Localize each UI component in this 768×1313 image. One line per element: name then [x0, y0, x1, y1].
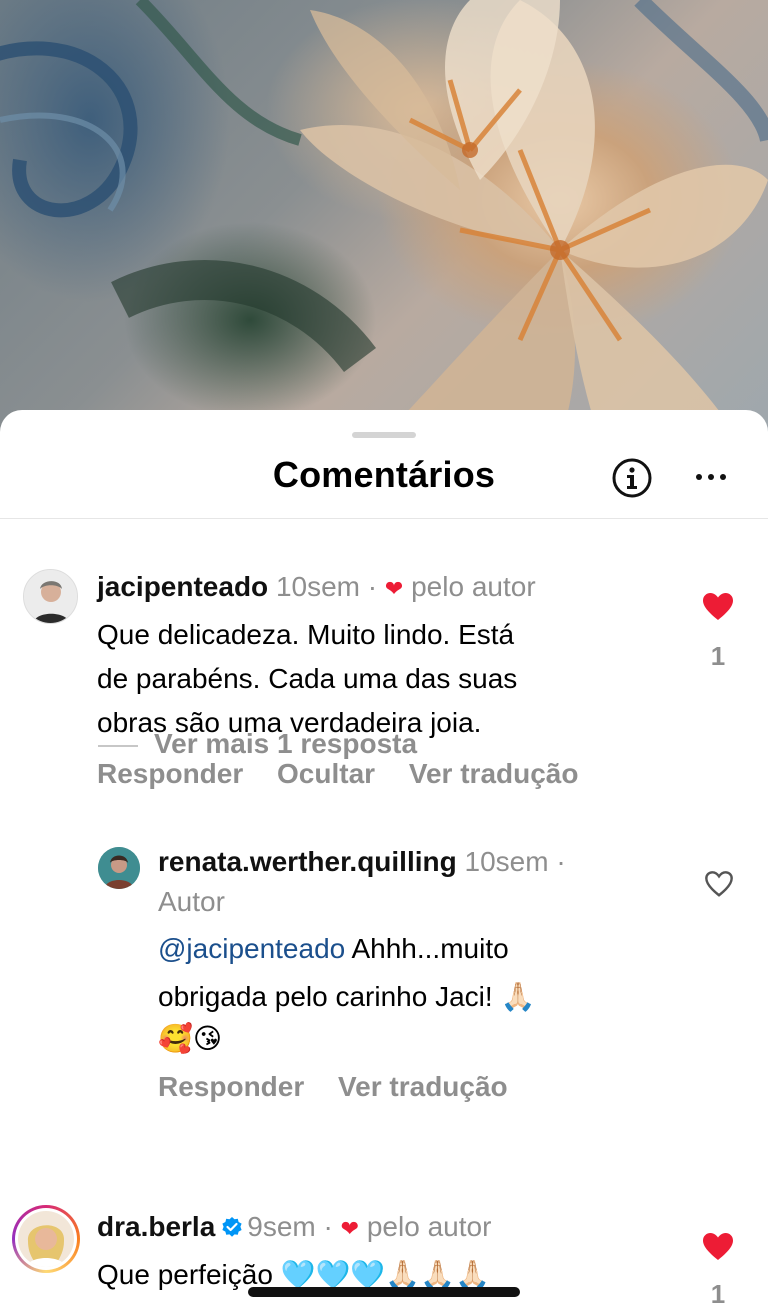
comment-username[interactable]: dra.berla [97, 1211, 215, 1242]
comment-actions: Responder Ver tradução [158, 1071, 534, 1103]
author-badge: Autor [158, 886, 225, 917]
meta-separator: · [367, 571, 378, 602]
meta-separator: · [556, 846, 566, 877]
meta-separator: · [323, 1211, 333, 1242]
avatar-story-ring[interactable] [12, 1205, 80, 1273]
post-background-image [0, 0, 768, 440]
comment-username[interactable]: renata.werther.quilling [158, 846, 457, 877]
comment-text: Ahhh...muito [351, 933, 509, 964]
heart-icon[interactable] [702, 1231, 734, 1263]
mention-link[interactable]: @jacipenteado [158, 933, 345, 964]
heart-outline-icon[interactable] [704, 869, 734, 899]
header-divider [0, 518, 768, 519]
see-translation-button[interactable]: Ver tradução [409, 758, 579, 789]
comment-text-line: @jacipenteado Ahhh...muito [158, 927, 509, 971]
comment-header: renata.werther.quilling 10sem · [158, 840, 566, 884]
comment-time: 10sem [275, 571, 360, 602]
avatar[interactable] [98, 847, 140, 889]
comment-actions: Responder Ocultar Ver tradução [97, 758, 604, 790]
heart-icon[interactable] [702, 591, 734, 623]
home-indicator [248, 1287, 520, 1297]
reply-button[interactable]: Responder [97, 758, 243, 789]
info-icon[interactable] [611, 457, 653, 499]
verified-badge-icon [222, 1217, 242, 1237]
reply-button[interactable]: Responder [158, 1071, 304, 1102]
view-more-replies-label: Ver mais 1 resposta [154, 728, 418, 759]
comment-text-line: de parabéns. Cada uma das suas [97, 663, 518, 694]
comment-header: dra.berla 9sem · ❤ pelo autor [97, 1205, 491, 1251]
see-translation-button[interactable]: Ver tradução [338, 1071, 508, 1102]
like-count: 1 [710, 1279, 726, 1309]
liked-by-author-label: pelo autor [366, 1211, 492, 1242]
comment-time: 9sem [247, 1211, 316, 1242]
like-count: 1 [710, 641, 726, 671]
comment-text-line: Que delicadeza. Muito lindo. Está [97, 619, 515, 650]
comment-text-line: 🥰😘 [158, 1023, 223, 1054]
comment-header: jacipenteado 10sem · ❤ pelo autor [97, 565, 536, 611]
heart-icon: ❤ [384, 576, 404, 601]
sheet-grabber[interactable] [352, 432, 416, 438]
heart-icon: ❤ [340, 1216, 360, 1241]
thread-dash [98, 744, 138, 747]
liked-by-author-label: pelo autor [411, 571, 536, 602]
view-more-replies-button[interactable]: Ver mais 1 resposta [98, 728, 417, 760]
comment-username[interactable]: jacipenteado [97, 571, 268, 602]
avatar[interactable] [23, 569, 78, 624]
comment-time: 10sem [464, 846, 549, 877]
comment-text-line: obrigada pelo carinho Jaci! 🙏🏻 [158, 981, 536, 1012]
hide-button[interactable]: Ocultar [277, 758, 375, 789]
more-options-icon[interactable] [694, 470, 728, 484]
